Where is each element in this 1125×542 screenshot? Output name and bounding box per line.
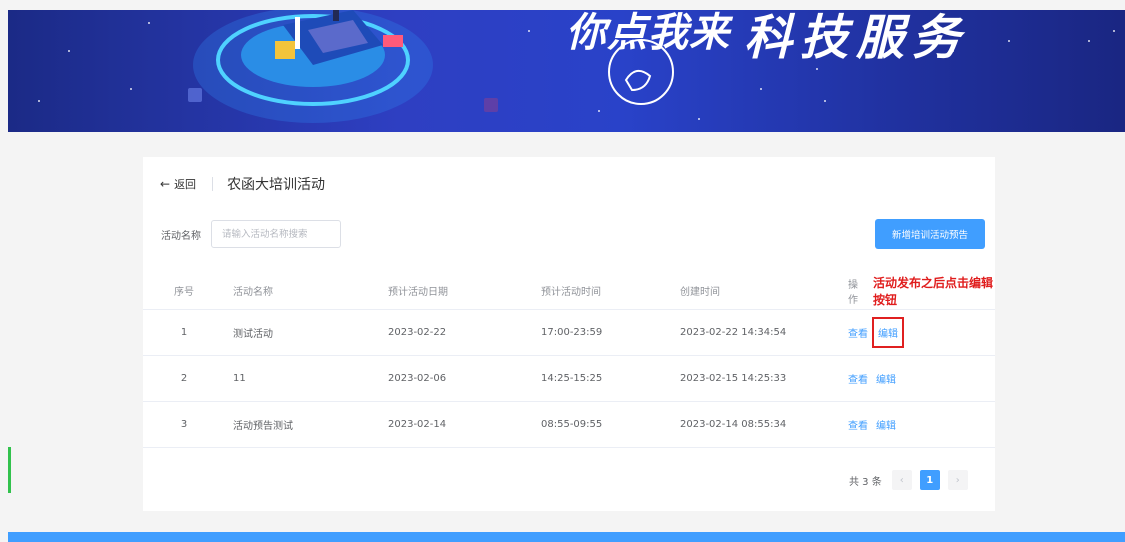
row-time: 14:25-15:25 — [541, 373, 603, 384]
edit-link[interactable]: 编辑 — [876, 417, 896, 432]
pagination-total: 共 3 条 — [849, 476, 882, 488]
banner-title: 科技服务 — [744, 10, 969, 66]
footer-bar — [8, 532, 1125, 542]
col-header-created: 创建时间 — [680, 287, 720, 298]
row-index: 3 — [180, 419, 188, 430]
side-indicator — [8, 447, 11, 493]
row-created: 2023-02-15 14:25:33 — [680, 373, 787, 384]
row-date: 2023-02-22 — [388, 327, 447, 338]
search-input[interactable] — [211, 220, 341, 248]
col-header-ops: 操作 活动发布之后点击编辑按钮 — [848, 272, 995, 309]
row-ops: 查看 编辑 — [848, 310, 904, 355]
edit-highlight-box: 编辑 — [872, 317, 904, 348]
page-number-button[interactable]: 1 — [919, 470, 940, 490]
back-arrow-icon: ← — [160, 177, 171, 191]
row-date: 2023-02-06 — [388, 373, 447, 384]
row-created: 2023-02-22 14:34:54 — [680, 327, 787, 338]
back-label: 返回 — [174, 178, 197, 191]
table-row: 1 测试活动 2023-02-22 17:00-23:59 2023-02-22… — [143, 310, 995, 356]
view-link[interactable]: 查看 — [848, 371, 868, 386]
view-link[interactable]: 查看 — [848, 417, 868, 432]
row-ops: 查看 编辑 — [848, 402, 904, 447]
row-time: 17:00-23:59 — [541, 327, 603, 338]
col-header-date: 预计活动日期 — [388, 287, 448, 298]
row-created: 2023-02-14 08:55:34 — [680, 419, 787, 430]
table-header: 序号 活动名称 预计活动日期 预计活动时间 创建时间 操作 活动发布之后点击编辑… — [143, 272, 995, 310]
page-title: 农函大培训活动 — [227, 177, 326, 193]
col-header-ops-label: 操作 — [848, 279, 858, 306]
annotation-note: 活动发布之后点击编辑按钮 — [872, 275, 993, 307]
table-row: 3 活动预告测试 2023-02-14 08:55-09:55 2023-02-… — [143, 402, 995, 448]
col-header-name: 活动名称 — [233, 287, 273, 298]
table-row: 2 11 2023-02-06 14:25-15:25 2023-02-15 1… — [143, 356, 995, 402]
page-header: ← 返回 农函大培训活动 — [160, 173, 325, 195]
col-header-index: 序号 — [174, 287, 194, 298]
row-name: 活动预告测试 — [233, 421, 293, 432]
row-index: 1 — [180, 327, 188, 338]
view-link[interactable]: 查看 — [848, 325, 868, 340]
back-button[interactable]: ← 返回 — [160, 176, 196, 192]
banner-logo-text: 你点我来 — [566, 10, 730, 56]
row-date: 2023-02-14 — [388, 419, 447, 430]
pagination: 共 3 条 ‹ 1 › — [849, 469, 976, 491]
activity-table: 序号 活动名称 预计活动日期 预计活动时间 创建时间 操作 活动发布之后点击编辑… — [143, 272, 995, 448]
add-training-activity-button[interactable]: 新增培训活动预告 — [875, 219, 985, 249]
search-row: 活动名称 — [161, 220, 341, 248]
tech-illustration — [193, 10, 433, 123]
row-index: 2 — [180, 373, 188, 384]
row-name: 11 — [233, 373, 246, 384]
row-time: 08:55-09:55 — [541, 419, 603, 430]
row-name: 测试活动 — [233, 329, 273, 340]
header-divider — [212, 177, 214, 191]
activity-card: ← 返回 农函大培训活动 活动名称 新增培训活动预告 序号 活动名称 预计活动日… — [143, 157, 995, 511]
prev-page-button[interactable]: ‹ — [891, 470, 912, 490]
edit-link[interactable]: 编辑 — [878, 325, 898, 340]
banner: 你点我来 科技服务 — [8, 10, 1125, 132]
edit-link[interactable]: 编辑 — [876, 371, 896, 386]
next-page-button[interactable]: › — [947, 470, 968, 490]
row-ops: 查看 编辑 — [848, 356, 904, 401]
search-label: 活动名称 — [161, 230, 201, 242]
col-header-time: 预计活动时间 — [541, 287, 601, 298]
